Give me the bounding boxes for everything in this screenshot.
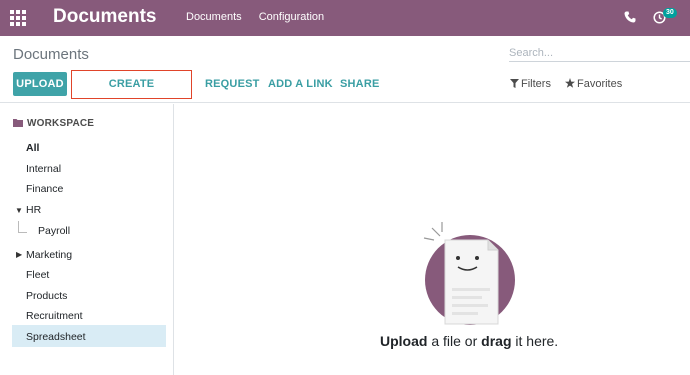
folder-marketing[interactable]: Marketing (26, 249, 72, 261)
tree-connector (18, 221, 27, 233)
menu-item-documents[interactable]: Documents (186, 11, 242, 23)
drag-word: drag (481, 333, 512, 349)
top-menu: Documents Configuration (186, 11, 338, 23)
filter-icon (510, 79, 519, 88)
upload-word: Upload (380, 333, 428, 349)
star-icon (565, 78, 575, 88)
search-input[interactable] (509, 44, 690, 62)
menu-item-configuration[interactable]: Configuration (259, 11, 324, 23)
add-link-button[interactable]: ADD A LINK (268, 72, 333, 96)
apps-grid-icon[interactable] (10, 10, 26, 26)
create-spreadsheet-button[interactable]: CREATE SPREADSHEET (71, 70, 192, 116)
activity-count-badge: 30 (663, 8, 677, 18)
folder-internal[interactable]: Internal (26, 163, 61, 175)
helper-end-text: it here. (511, 333, 559, 349)
workspace-header-label: WORKSPACE (27, 118, 95, 129)
folder-hr[interactable]: HR (26, 204, 41, 216)
filters-label: Filters (521, 78, 551, 90)
favorites-label: Favorites (577, 78, 623, 90)
share-button[interactable]: SHARE (340, 72, 380, 96)
upload-button[interactable]: UPLOAD (13, 72, 67, 96)
caret-down-icon[interactable]: ▼ (15, 206, 23, 215)
filters-toggle[interactable]: Filters (510, 78, 551, 90)
folder-products[interactable]: Products (26, 290, 67, 302)
folder-recruitment[interactable]: Recruitment (26, 310, 83, 322)
folder-icon (13, 119, 23, 127)
empty-state-helper-text: Upload a file or drag it here. (380, 333, 558, 349)
app-title[interactable]: Documents (53, 6, 156, 28)
workspace-header: WORKSPACE (13, 118, 94, 129)
folder-fleet[interactable]: Fleet (26, 269, 49, 281)
control-panel: Documents UPLOAD CREATE SPREADSHEET REQU… (0, 36, 690, 116)
favorites-toggle[interactable]: Favorites (565, 78, 622, 90)
folder-finance[interactable]: Finance (26, 183, 63, 195)
helper-middle-text: a file or (427, 333, 482, 349)
folder-spreadsheet[interactable]: Spreadsheet (26, 331, 86, 343)
documents-empty-area[interactable]: Upload a file or drag it here. (175, 104, 690, 375)
request-button[interactable]: REQUEST (205, 72, 260, 96)
phone-icon[interactable] (624, 11, 636, 23)
empty-document-illustration-icon (423, 222, 515, 325)
caret-right-icon[interactable]: ▶ (16, 250, 22, 259)
folder-payroll[interactable]: Payroll (38, 225, 70, 237)
workspace-sidebar: WORKSPACE All Internal Finance ▼ HR Payr… (0, 104, 174, 375)
page-title: Documents (13, 46, 89, 63)
top-navbar: Documents Documents Configuration 30 (0, 0, 690, 36)
folder-all[interactable]: All (26, 142, 39, 154)
